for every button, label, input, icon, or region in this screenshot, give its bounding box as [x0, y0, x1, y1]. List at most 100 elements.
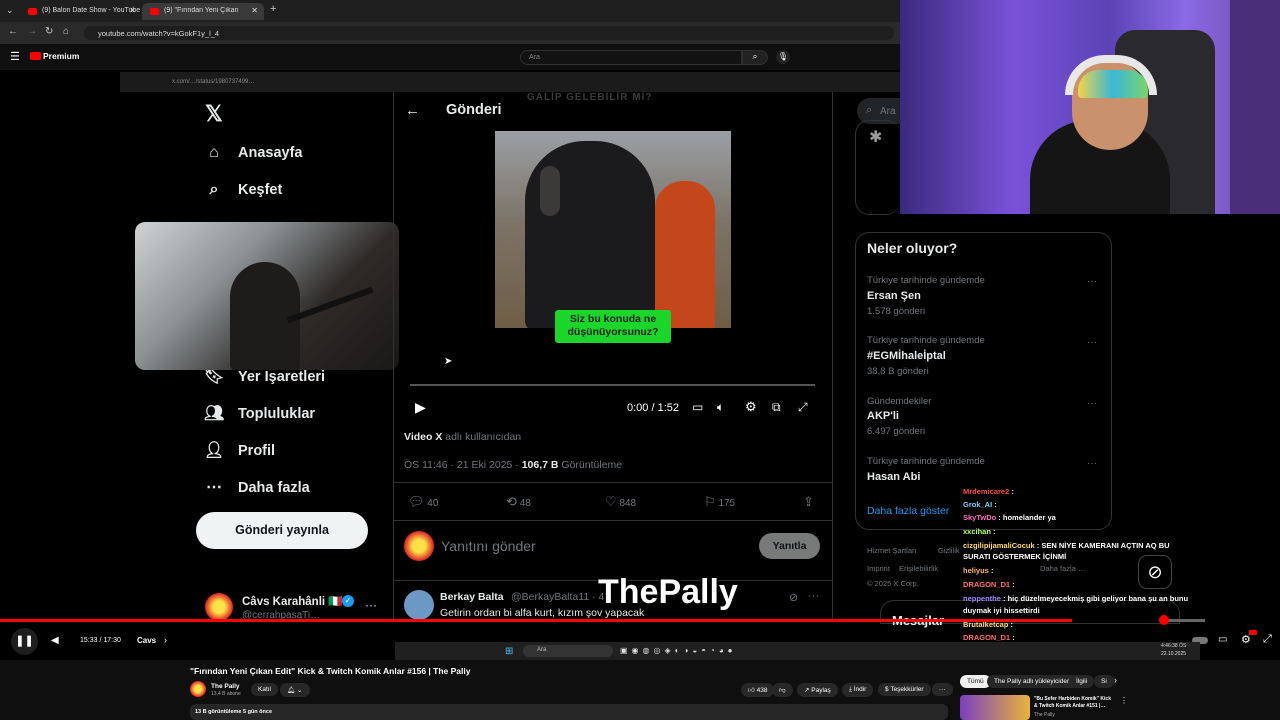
grok-icon[interactable]: ⊘ — [789, 591, 798, 604]
recommended-more-icon[interactable]: ⋮ — [1120, 696, 1128, 705]
tab-balon-date[interactable]: (9) Balon Date Show - YouTube ✕ — [20, 3, 142, 20]
grok-float-icon[interactable]: ⊘ — [1138, 555, 1172, 589]
fullscreen-icon[interactable]: ⤢ — [798, 400, 808, 415]
windows-start-icon[interactable]: ⊞ — [505, 646, 513, 657]
pause-button[interactable]: ❚❚ — [11, 628, 38, 655]
post-button[interactable]: Gönderi yayınla — [196, 512, 368, 549]
dislike-button[interactable]: 👎︎ — [772, 683, 793, 697]
nav-communities[interactable]: 👥︎ Topluluklar — [204, 403, 315, 423]
nav-more[interactable]: ⋯ Daha fazla — [204, 477, 310, 497]
more-actions-icon[interactable]: ··· — [932, 683, 953, 696]
search-icon[interactable]: ⌕ — [742, 50, 768, 65]
reply-action[interactable]: 💬︎ 40 — [408, 494, 438, 510]
url-field[interactable]: youtube.com/watch?v=kGokF1y_l_4 — [84, 26, 894, 40]
recommended-thumbnail[interactable] — [960, 695, 1030, 720]
join-button[interactable]: Katıl — [251, 683, 279, 696]
chip-uploader[interactable]: The Pally adlı yükleyiciden — [987, 675, 1078, 688]
volume-icon[interactable]: ◀︎ — [51, 635, 59, 646]
youtube-logo-icon[interactable] — [30, 52, 41, 60]
x-logo-icon[interactable]: 𝕏 — [205, 101, 223, 127]
home-icon[interactable]: ⌂ — [63, 26, 69, 37]
comment-more-icon[interactable]: ··· — [808, 590, 819, 602]
notification-bell-icon[interactable]: 🔔︎ ⌄ — [280, 683, 310, 697]
youtube-logo-text[interactable]: Premium — [43, 51, 79, 61]
player-scrubber[interactable] — [1159, 615, 1169, 625]
tab-list-chevron-icon[interactable]: ⌄ — [6, 5, 14, 16]
chat-username[interactable]: DRAGON_D1 — [963, 633, 1010, 642]
share-button[interactable]: ↗ Paylaş — [797, 683, 838, 697]
picture-in-picture-icon[interactable]: ⧉ — [772, 400, 781, 415]
settings-gear-icon[interactable]: ⚙ — [745, 399, 757, 415]
chip-related[interactable]: İlgili — [1069, 675, 1095, 688]
nav-home[interactable]: ⌂ Anasayfa — [204, 144, 302, 162]
account-more-icon[interactable]: ··· — [365, 598, 377, 612]
trend-name[interactable]: Ersan Şen — [867, 290, 921, 302]
tab-current[interactable]: (9) "Fırından Yeni Çıkan Edit ✕ — [142, 3, 264, 20]
thanks-button[interactable]: $ Teşekkürler — [878, 683, 931, 696]
fullscreen-icon[interactable]: ⤢ — [1263, 633, 1272, 646]
chat-username[interactable]: xxcihan — [963, 527, 991, 536]
trend-more-icon[interactable]: ··· — [1087, 276, 1097, 287]
player-progress-played[interactable] — [0, 619, 1072, 622]
microphone-icon[interactable]: 🎙 — [776, 50, 790, 64]
chapter-chevron-icon[interactable]: › — [164, 635, 167, 645]
trend-more-icon[interactable]: ··· — [1087, 458, 1097, 469]
video-source-name[interactable]: Video X — [404, 431, 442, 443]
bookmark-action[interactable]: ⚐ 175 — [704, 494, 735, 510]
back-arrow-icon[interactable]: ← — [405, 102, 420, 119]
footer-link-more[interactable]: Daha fazla … — [1040, 564, 1085, 573]
player-progress-remaining[interactable] — [1165, 619, 1205, 622]
share-icon[interactable]: ⇪ — [803, 494, 814, 510]
chat-username[interactable]: neppenthe — [963, 594, 1001, 603]
embedded-video-frame[interactable] — [495, 131, 731, 328]
footer-link-privacy[interactable]: Gizlilik — [938, 546, 960, 555]
trend-name[interactable]: AKP'li — [867, 410, 899, 422]
like-action[interactable]: ♡ 848 — [605, 494, 636, 510]
chapter-label[interactable]: Cavs — [137, 636, 156, 645]
download-button[interactable]: ⤓ İndir — [842, 683, 874, 697]
chat-username[interactable]: Grok_AI — [963, 500, 992, 509]
footer-link-accessibility[interactable]: Erişilebilirlik — [899, 564, 938, 573]
menu-icon[interactable]: ☰ — [10, 50, 20, 63]
chat-username[interactable]: DRAGON_D1 — [963, 580, 1010, 589]
close-icon[interactable]: ✕ — [129, 6, 136, 15]
trend-name[interactable]: #EGMİhaleİptal — [867, 350, 946, 362]
chat-username[interactable]: Mrdemicare2 — [963, 487, 1009, 496]
nav-profile[interactable]: 👤︎ Profil — [204, 440, 275, 460]
comment-author[interactable]: Berkay Balta — [440, 591, 504, 603]
reply-button[interactable]: Yanıtla — [759, 533, 820, 559]
like-button[interactable]: 👍︎ 438 — [741, 683, 775, 697]
chips-next-icon[interactable]: › — [1114, 675, 1117, 685]
close-icon[interactable]: ✕ — [251, 6, 258, 15]
account-avatar[interactable] — [205, 593, 233, 621]
trend-more-icon[interactable]: ··· — [1087, 398, 1097, 409]
chip-more[interactable]: Si — [1094, 675, 1114, 688]
footer-link-terms[interactable]: Hizmet Şartları — [867, 546, 917, 555]
search-input[interactable]: Ara — [520, 50, 742, 65]
footer-link-imprint[interactable]: Imprint — [867, 564, 890, 573]
trend-name[interactable]: Hasan Abi — [867, 471, 920, 483]
video-progress-track[interactable] — [410, 384, 815, 386]
show-more-link[interactable]: Daha fazla göster — [867, 505, 949, 517]
account-name[interactable]: Câvs Karahânli 🇮🇹 — [242, 594, 343, 608]
recommended-title[interactable]: "Bu Sefer Harbiden Komik" Kick & Twitch … — [1034, 696, 1114, 710]
description-box[interactable] — [190, 704, 948, 720]
subtitles-icon[interactable]: ▭ — [1218, 634, 1227, 645]
play-icon[interactable]: ▶ — [415, 399, 426, 416]
new-tab-icon[interactable]: + — [270, 3, 276, 15]
volume-icon[interactable]: 🔈︎ — [717, 400, 724, 415]
trend-more-icon[interactable]: ··· — [1087, 337, 1097, 348]
forward-icon[interactable]: → — [27, 26, 37, 37]
reload-icon[interactable]: ↻ — [45, 26, 53, 37]
repost-action[interactable]: ⟲ 48 — [506, 494, 531, 510]
channel-name[interactable]: The Pally — [211, 683, 240, 690]
nav-explore[interactable]: ⌕ Keşfet — [204, 181, 283, 199]
channel-avatar[interactable] — [190, 681, 206, 697]
comment-avatar[interactable] — [404, 590, 434, 620]
chat-username[interactable]: cizgilipijamaliCocuk — [963, 541, 1035, 550]
chat-username[interactable]: SkyTwDo — [963, 513, 996, 522]
captions-icon[interactable]: ▭ — [692, 400, 703, 414]
reply-input[interactable]: Yanıtını gönder — [441, 538, 536, 554]
back-icon[interactable]: ← — [8, 26, 18, 37]
taskbar-search[interactable]: Ara — [523, 645, 613, 657]
